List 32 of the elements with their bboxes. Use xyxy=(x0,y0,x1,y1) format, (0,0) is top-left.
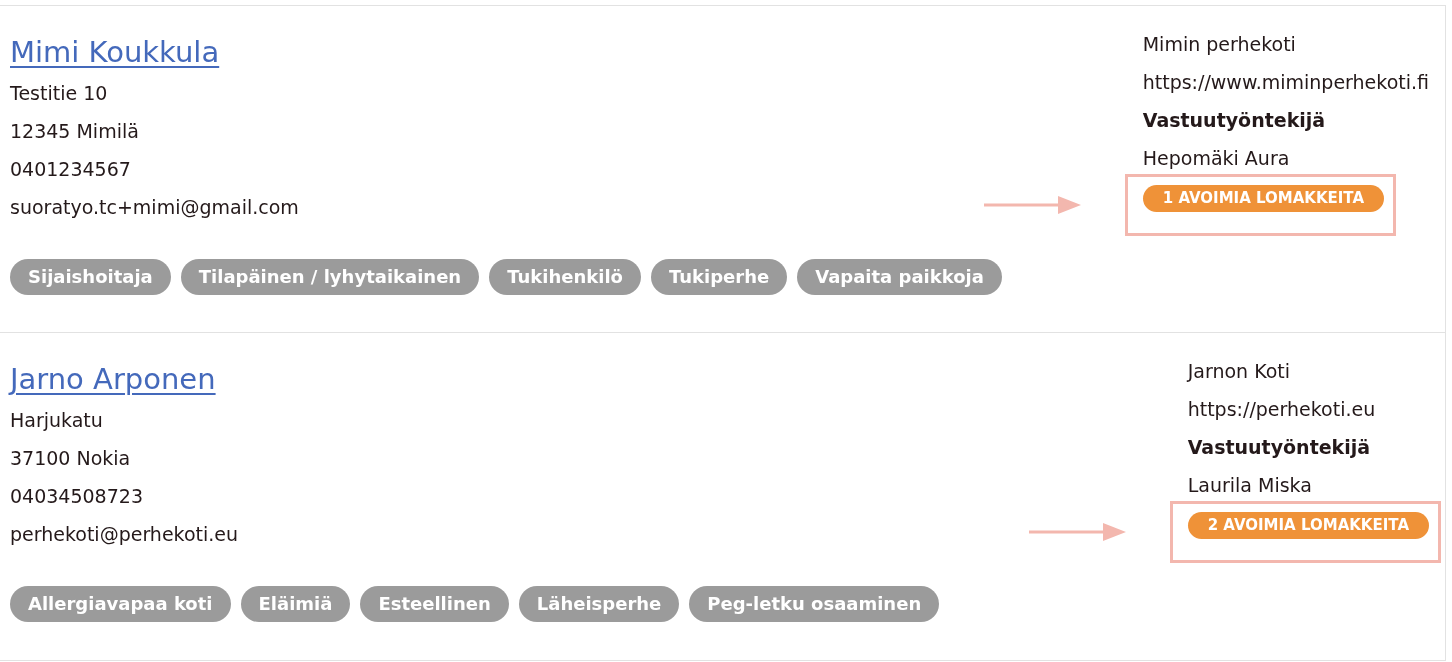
tag: Peg-letku osaaminen xyxy=(689,586,940,622)
home-name: Jarnon Koti xyxy=(1187,359,1291,384)
tag: Allergiavapaa koti xyxy=(10,586,231,622)
phone-number: 04034508723 xyxy=(10,484,143,509)
home-name: Mimin perhekoti xyxy=(1142,32,1297,57)
website-url: https://www.miminperhekoti.fi xyxy=(1142,70,1429,95)
street-address: Testitie 10 xyxy=(10,81,108,106)
tag: Läheisperhe xyxy=(518,586,680,622)
website-url: https://perhekoti.eu xyxy=(1187,397,1377,422)
tag: Esteellinen xyxy=(360,586,509,622)
phone-number: 0401234567 xyxy=(10,157,131,182)
tag: Eläimiä xyxy=(240,586,351,622)
responsible-label: Vastuutyöntekijä xyxy=(1187,435,1372,460)
responsible-label: Vastuutyöntekijä xyxy=(1142,108,1327,133)
responsible-worker: Laurila Miska xyxy=(1187,473,1313,498)
email-address: suoratyo.tc+mimi@gmail.com xyxy=(10,195,299,220)
person-name-link[interactable]: Mimi Koukkula xyxy=(10,30,220,74)
postal-address: 37100 Nokia xyxy=(10,446,131,471)
street-address: Harjukatu xyxy=(10,408,103,433)
email-address: perhekoti@perhekoti.eu xyxy=(10,522,239,547)
tag: Tukiperhe xyxy=(650,259,788,295)
tag: Tukihenkilö xyxy=(489,259,641,295)
open-forms-badge: 2 AVOIMIA LOMAKKEITA xyxy=(1187,512,1429,539)
tag: Tilapäinen / lyhytaikainen xyxy=(180,259,480,295)
arrow-icon xyxy=(1028,522,1126,541)
tag: Vapaita paikkoja xyxy=(797,259,1002,295)
arrow-icon xyxy=(983,195,1081,214)
responsible-worker: Hepomäki Aura xyxy=(1142,146,1291,171)
person-name-link[interactable]: Jarno Arponen xyxy=(10,357,216,401)
open-forms-badge: 1 AVOIMIA LOMAKKEITA xyxy=(1142,185,1385,212)
tag: Sijaishoitaja xyxy=(10,259,171,295)
postal-address: 12345 Mimilä xyxy=(10,119,139,144)
